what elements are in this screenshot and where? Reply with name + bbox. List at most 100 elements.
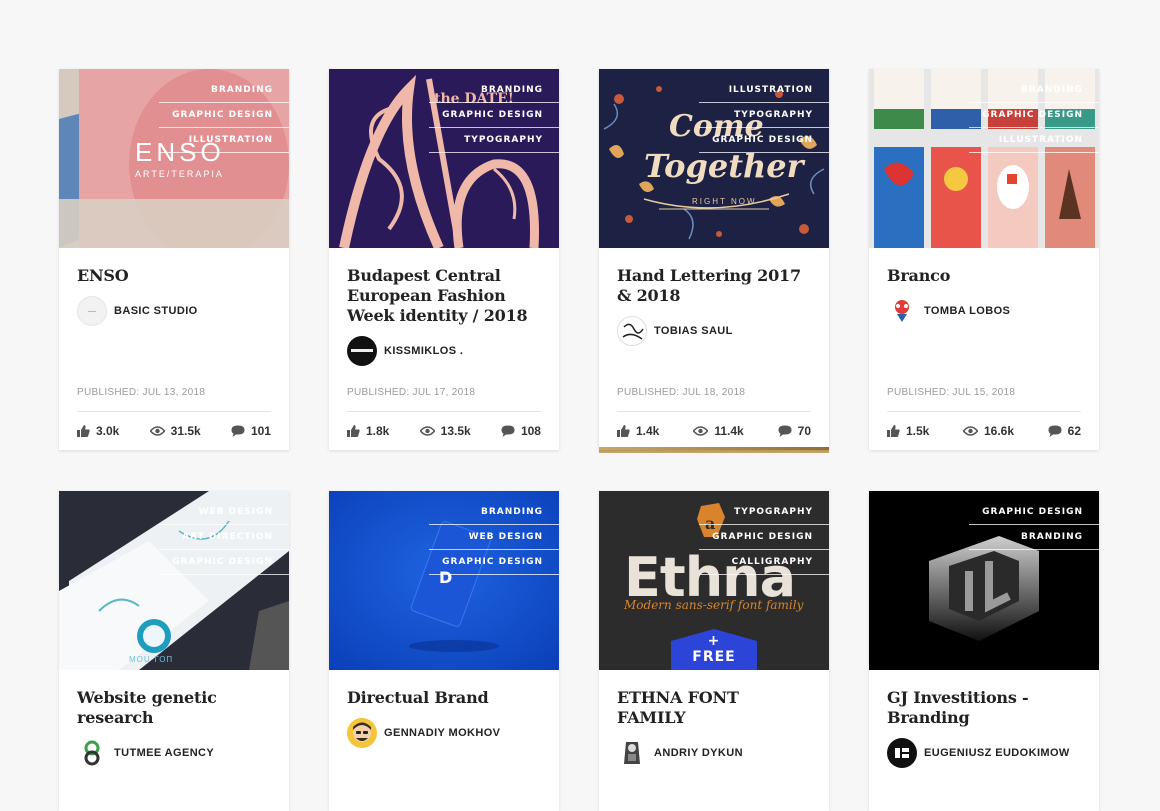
field-tag[interactable]: WEB DESIGN (429, 525, 559, 550)
project-card[interactable]: D BRANDING WEB DESIGN GRAPHIC DESIGN Dir… (329, 491, 559, 811)
field-tag[interactable]: GRAPHIC DESIGN (159, 103, 289, 128)
field-tag[interactable]: TYPOGRAPHY (699, 103, 829, 128)
field-tag[interactable]: GRAPHIC DESIGN (159, 550, 289, 575)
published-date: PUBLISHED: JUL 17, 2018 (347, 387, 476, 398)
project-cover[interactable]: Come Together RIGHT NOW ILLUSTRATION TYP… (599, 69, 829, 248)
project-title[interactable]: GJ Investitions - Branding (887, 688, 1081, 728)
views-count: 16.6k (983, 423, 1015, 438)
field-tag[interactable]: GRAPHIC DESIGN (969, 103, 1099, 128)
project-title[interactable]: ENSO (77, 266, 271, 286)
project-card[interactable]: ENSO ARTE/TERAPIA BRANDING GRAPHIC DESIG… (59, 69, 289, 450)
field-tags: ILLUSTRATION TYPOGRAPHY GRAPHIC DESIGN (699, 78, 829, 153)
eye-icon (149, 425, 165, 436)
field-tag[interactable]: ILLUSTRATION (969, 128, 1099, 153)
project-cover[interactable]: the DATE! BRANDING GRAPHIC DESIGN TYPOGR… (329, 69, 559, 248)
views-count: 11.4k (714, 423, 744, 438)
project-card[interactable]: GRAPHIC DESIGN BRANDING GJ Investitions … (869, 491, 1099, 811)
project-owner[interactable]: BASIC STUDIO (77, 296, 271, 326)
field-tag[interactable]: ART DIRECTION (159, 525, 289, 550)
owner-avatar[interactable] (617, 738, 647, 768)
owner-avatar[interactable] (887, 738, 917, 768)
field-tag[interactable]: WEB DESIGN (159, 500, 289, 525)
project-stats: 3.0k 31.5k 101 (77, 411, 271, 449)
cover-caption: RIGHT NOW (692, 197, 757, 206)
appreciations-stat: 1.8k (347, 424, 389, 438)
owner-name[interactable]: BASIC STUDIO (114, 305, 198, 317)
views-count: 31.5k (170, 423, 201, 438)
field-tag[interactable]: ILLUSTRATION (699, 78, 829, 103)
owner-name[interactable]: GENNADIY MOKHOV (384, 727, 500, 739)
owner-avatar[interactable] (617, 316, 647, 346)
project-card[interactable]: MOU·ГОП WEB DESIGN ART DIRECTION GRAPHIC… (59, 491, 289, 811)
project-cover[interactable]: ENSO ARTE/TERAPIA BRANDING GRAPHIC DESIG… (59, 69, 289, 248)
field-tag[interactable]: BRANDING (159, 78, 289, 103)
project-owner[interactable]: GENNADIY MOKHOV (347, 718, 541, 748)
project-card[interactable]: BRANDING GRAPHIC DESIGN ILLUSTRATION Bra… (869, 69, 1099, 450)
views-stat: 13.5k (419, 423, 471, 438)
field-tags: WEB DESIGN ART DIRECTION GRAPHIC DESIGN (159, 500, 289, 575)
owner-name[interactable]: EUGENIUSZ EUDOKIMOW (924, 747, 1070, 759)
comment-icon (1048, 425, 1062, 437)
comments-count: 70 (797, 423, 811, 438)
project-cover[interactable]: MOU·ГОП WEB DESIGN ART DIRECTION GRAPHIC… (59, 491, 289, 670)
project-title[interactable]: Website genetic research (77, 688, 271, 728)
project-cover[interactable]: GRAPHIC DESIGN BRANDING (869, 491, 1099, 670)
views-count: 13.5k (440, 423, 471, 438)
project-cover[interactable]: BRANDING GRAPHIC DESIGN ILLUSTRATION (869, 69, 1099, 248)
project-cover[interactable]: D BRANDING WEB DESIGN GRAPHIC DESIGN (329, 491, 559, 670)
owner-avatar[interactable] (887, 296, 917, 326)
eye-icon (693, 425, 709, 436)
owner-avatar[interactable] (347, 718, 377, 748)
appreciations-count: 1.8k (366, 423, 390, 438)
field-tag[interactable]: TYPOGRAPHY (429, 128, 559, 153)
project-cover[interactable]: a Ethna Modern sans-serif font family + … (599, 491, 829, 670)
project-title[interactable]: Budapest Central European Fashion Week i… (347, 266, 541, 326)
owner-avatar[interactable] (77, 296, 107, 326)
project-title[interactable]: ETHNA FONT FAMILY (617, 688, 811, 728)
project-stats: 1.4k 11.4k 70 (617, 411, 811, 449)
project-card[interactable]: a Ethna Modern sans-serif font family + … (599, 491, 829, 811)
field-tag[interactable]: GRAPHIC DESIGN (429, 103, 559, 128)
owner-name[interactable]: TOBIAS SAUL (654, 325, 733, 337)
field-tag[interactable]: BRANDING (969, 78, 1099, 103)
field-tag[interactable]: GRAPHIC DESIGN (699, 525, 829, 550)
published-date: PUBLISHED: JUL 18, 2018 (617, 387, 746, 398)
project-title[interactable]: Branco (887, 266, 1081, 286)
appreciations-stat: 1.4k (617, 424, 659, 438)
owner-name[interactable]: TOMBA LOBOS (924, 305, 1010, 317)
field-tag[interactable]: BRANDING (429, 78, 559, 103)
cover-badge-label: FREE (692, 649, 736, 665)
project-title[interactable]: Hand Lettering 2017 & 2018 (617, 266, 811, 306)
field-tag[interactable]: TYPOGRAPHY (699, 500, 829, 525)
comment-icon (778, 425, 792, 437)
field-tags: BRANDING WEB DESIGN GRAPHIC DESIGN (429, 500, 559, 575)
project-owner[interactable]: TOMBA LOBOS (887, 296, 1081, 326)
field-tag[interactable]: GRAPHIC DESIGN (969, 500, 1099, 525)
project-owner[interactable]: TUTMEE AGENCY (77, 738, 271, 768)
project-title[interactable]: Directual Brand (347, 688, 541, 708)
owner-name[interactable]: TUTMEE AGENCY (114, 747, 214, 759)
field-tags: BRANDING GRAPHIC DESIGN TYPOGRAPHY (429, 78, 559, 153)
field-tag[interactable]: ILLUSTRATION (159, 128, 289, 153)
field-tag[interactable]: GRAPHIC DESIGN (429, 550, 559, 575)
project-owner[interactable]: ANDRIY DYKUN (617, 738, 811, 768)
field-tags: BRANDING GRAPHIC DESIGN ILLUSTRATION (159, 78, 289, 153)
thumbs-up-icon (77, 424, 90, 437)
project-owner[interactable]: TOBIAS SAUL (617, 316, 811, 346)
field-tag[interactable]: BRANDING (429, 500, 559, 525)
field-tag[interactable]: BRANDING (969, 525, 1099, 550)
project-owner[interactable]: KISSMIKLOS . (347, 336, 541, 366)
owner-avatar[interactable] (347, 336, 377, 366)
field-tag[interactable]: CALLIGRAPHY (699, 550, 829, 575)
owner-name[interactable]: KISSMIKLOS . (384, 345, 463, 357)
owner-avatar[interactable] (77, 738, 107, 768)
owner-name[interactable]: ANDRIY DYKUN (654, 747, 743, 759)
comments-stat: 108 (501, 424, 541, 438)
project-owner[interactable]: EUGENIUSZ EUDOKIMOW (887, 738, 1081, 768)
project-card[interactable]: Come Together RIGHT NOW ILLUSTRATION TYP… (599, 69, 829, 450)
cover-badge: + FREE (671, 633, 757, 665)
project-card[interactable]: the DATE! BRANDING GRAPHIC DESIGN TYPOGR… (329, 69, 559, 450)
field-tag[interactable]: GRAPHIC DESIGN (699, 128, 829, 153)
field-tags: GRAPHIC DESIGN BRANDING (969, 500, 1099, 550)
thumbs-up-icon (347, 424, 360, 437)
